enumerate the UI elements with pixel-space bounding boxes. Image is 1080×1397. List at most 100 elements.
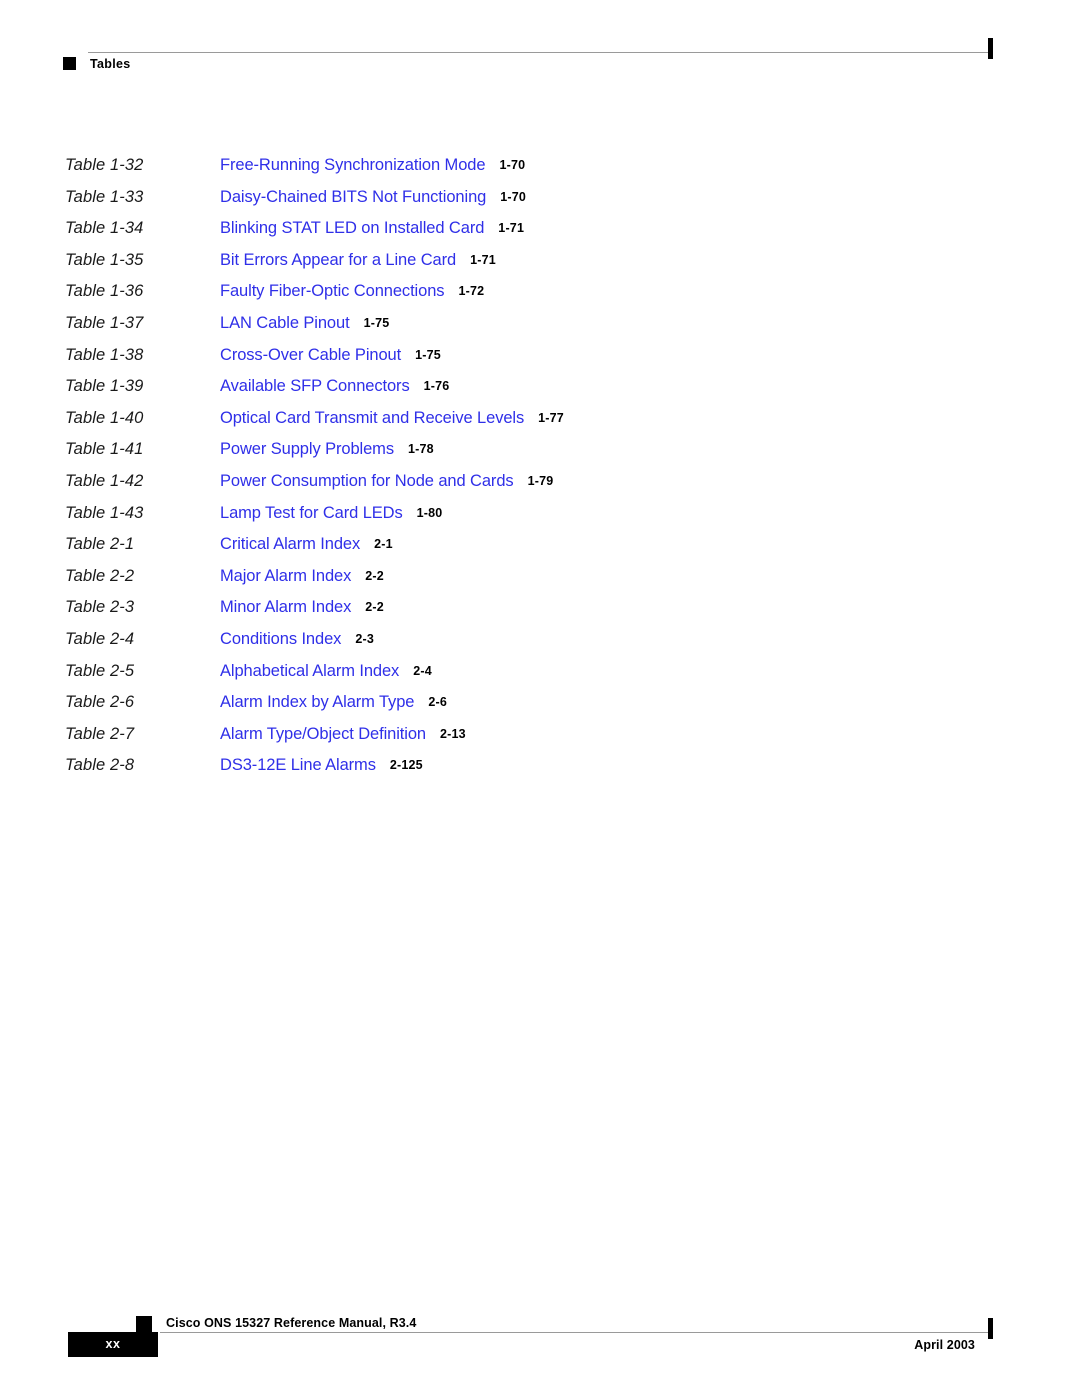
table-title-link[interactable]: Daisy-Chained BITS Not Functioning — [220, 188, 486, 206]
page-footer: xx Cisco ONS 15327 Reference Manual, R3.… — [0, 1290, 1080, 1397]
table-page-number: 2-4 — [413, 663, 432, 678]
table-page-number: 1-76 — [423, 379, 450, 394]
table-number-label: Table 2-4 — [65, 629, 135, 648]
table-page-number: 2-13 — [440, 726, 466, 741]
list-of-tables-row: Table 1-43 Lamp Test for Card LEDs 1-80 — [0, 503, 1080, 535]
table-page-number: 1-71 — [498, 221, 525, 236]
list-of-tables-row: Table 2-1 Critical Alarm Index 2-1 — [0, 534, 1080, 566]
list-of-tables-row: Table 2-4 Conditions Index 2-3 — [0, 629, 1080, 661]
table-number-label: Table 1-32 — [65, 156, 144, 174]
table-page-number: 1-70 — [500, 189, 527, 204]
table-entry: Minor Alarm Index 2-2 — [220, 597, 384, 618]
list-of-tables-row: Table 1-34 Blinking STAT LED on Installed… — [0, 218, 1080, 250]
table-number-label: Table 1-43 — [65, 503, 144, 522]
table-page-number: 1-72 — [458, 284, 485, 299]
table-entry: Lamp Test for Card LEDs 1-80 — [220, 503, 442, 524]
table-page-number: 1-75 — [363, 315, 390, 330]
table-title-link[interactable]: Alarm Index by Alarm Type — [220, 693, 414, 711]
table-entry: LAN Cable Pinout 1-75 — [220, 313, 389, 334]
footer-divider-rule — [160, 1332, 992, 1333]
table-page-number: 1-71 — [470, 252, 496, 267]
table-entry: Conditions Index 2-3 — [220, 629, 374, 650]
table-title-link[interactable]: Alphabetical Alarm Index — [220, 662, 399, 680]
list-of-tables-row: Table 1-36 Faulty Fiber-Optic Connections… — [0, 281, 1080, 313]
table-title-link[interactable]: Alarm Type/Object Definition — [220, 725, 426, 743]
list-of-tables-row: Table 2-6 Alarm Index by Alarm Type 2-6 — [0, 692, 1080, 724]
table-number-label: Table 2-6 — [65, 693, 135, 712]
table-number-label: Table 1-42 — [65, 471, 144, 490]
table-title-link[interactable]: Lamp Test for Card LEDs — [220, 504, 403, 522]
table-number-label: Table 2-8 — [65, 756, 135, 775]
table-number-label: Table 1-33 — [65, 187, 144, 206]
table-page-number: 2-1 — [374, 537, 393, 552]
table-title-link[interactable]: Optical Card Transmit and Receive Levels — [220, 409, 524, 427]
table-title-link[interactable]: Conditions Index — [220, 630, 341, 648]
list-of-tables-row: Table 1-32 Free-Running Synchronization M… — [0, 155, 1080, 187]
list-of-tables-row: Table 1-41 Power Supply Problems 1-78 — [0, 439, 1080, 471]
page-header: Tables — [0, 0, 1080, 90]
table-title-link[interactable]: Free-Running Synchronization Mode — [220, 156, 486, 174]
table-title-link[interactable]: Faulty Fiber-Optic Connections — [220, 282, 445, 300]
table-number-label: Table 2-7 — [65, 724, 135, 743]
table-title-link[interactable]: Bit Errors Appear for a Line Card — [220, 251, 456, 269]
table-entry: Alarm Type/Object Definition 2-13 — [220, 724, 466, 745]
list-of-tables-row: Table 1-35 Bit Errors Appear for a Line C… — [0, 250, 1080, 282]
table-page-number: 1-80 — [416, 505, 443, 520]
table-number-label: Table 1-35 — [65, 250, 144, 269]
list-of-tables-row: Table 1-37 LAN Cable Pinout 1-75 — [0, 313, 1080, 345]
table-number-label: Table 2-2 — [65, 566, 135, 585]
list-of-tables-row: Table 2-3 Minor Alarm Index 2-2 — [0, 597, 1080, 629]
table-page-number: 2-2 — [365, 568, 384, 583]
table-number-label: Table 2-5 — [65, 661, 135, 680]
table-number-label: Table 2-1 — [65, 535, 135, 554]
header-divider-rule — [88, 52, 992, 53]
header-section-label: Tables — [90, 57, 131, 71]
table-page-number: 1-70 — [499, 158, 526, 172]
table-entry: Major Alarm Index 2-2 — [220, 566, 384, 587]
table-entry: Bit Errors Appear for a Line Card 1-71 — [220, 250, 496, 271]
list-of-tables-row: Table 1-33 Daisy-Chained BITS Not Functio… — [0, 187, 1080, 219]
table-entry: Optical Card Transmit and Receive Levels… — [220, 408, 564, 429]
table-number-label: Table 1-41 — [65, 440, 144, 459]
table-number-label: Table 1-40 — [65, 408, 144, 427]
table-page-number: 2-3 — [355, 631, 374, 646]
list-of-tables-row: Table 1-38 Cross-Over Cable Pinout 1-75 — [0, 345, 1080, 377]
footer-edge-tick-marker — [988, 1318, 993, 1339]
table-title-link[interactable]: Power Consumption for Node and Cards — [220, 472, 514, 490]
table-entry: Faulty Fiber-Optic Connections 1-72 — [220, 281, 484, 302]
list-of-tables-row: Table 2-7 Alarm Type/Object Definition 2-1… — [0, 724, 1080, 756]
table-title-link[interactable]: Major Alarm Index — [220, 567, 351, 585]
footer-date: April 2003 — [914, 1338, 975, 1352]
table-title-link[interactable]: Cross-Over Cable Pinout — [220, 346, 401, 364]
table-number-label: Table 1-38 — [65, 345, 144, 364]
table-entry: Cross-Over Cable Pinout 1-75 — [220, 345, 441, 366]
table-title-link[interactable]: Power Supply Problems — [220, 440, 394, 458]
table-entry: Alarm Index by Alarm Type 2-6 — [220, 692, 447, 713]
table-title-link[interactable]: Critical Alarm Index — [220, 535, 360, 553]
table-number-label: Table 1-34 — [65, 219, 144, 238]
footer-bullet-square-icon — [136, 1316, 152, 1332]
list-of-tables-row: Table 1-40 Optical Card Transmit and Rece… — [0, 408, 1080, 440]
table-entry: DS3-12E Line Alarms 2-125 — [220, 755, 423, 776]
table-number-label: Table 1-36 — [65, 282, 144, 301]
table-entry: Power Consumption for Node and Cards 1-79 — [220, 471, 553, 492]
table-entry: Blinking STAT LED on Installed Card 1-71 — [220, 218, 524, 239]
table-entry: Available SFP Connectors 1-76 — [220, 376, 449, 397]
table-entry: Alphabetical Alarm Index 2-4 — [220, 661, 432, 682]
list-of-tables-row: Table 2-8 DS3-12E Line Alarms 2-125 — [0, 755, 1080, 787]
table-title-link[interactable]: Blinking STAT LED on Installed Card — [220, 219, 484, 237]
table-title-link[interactable]: Available SFP Connectors — [220, 377, 410, 395]
table-number-label: Table 1-37 — [65, 313, 144, 332]
table-title-link[interactable]: DS3-12E Line Alarms — [220, 756, 376, 774]
table-title-link[interactable]: LAN Cable Pinout — [220, 314, 350, 332]
table-page-number: 1-77 — [538, 410, 564, 425]
header-bullet-square-icon — [63, 57, 76, 70]
table-page-number: 1-75 — [415, 347, 441, 362]
table-entry: Power Supply Problems 1-78 — [220, 439, 434, 460]
table-page-number: 1-79 — [527, 473, 554, 488]
table-title-link[interactable]: Minor Alarm Index — [220, 598, 351, 616]
list-of-tables: Table 1-32 Free-Running Synchronization M… — [0, 155, 1080, 787]
list-of-tables-row: Table 2-5 Alphabetical Alarm Index 2-4 — [0, 661, 1080, 693]
table-entry: Free-Running Synchronization Mode 1-70 — [220, 155, 525, 176]
list-of-tables-row: Table 1-42 Power Consumption for Node and… — [0, 471, 1080, 503]
